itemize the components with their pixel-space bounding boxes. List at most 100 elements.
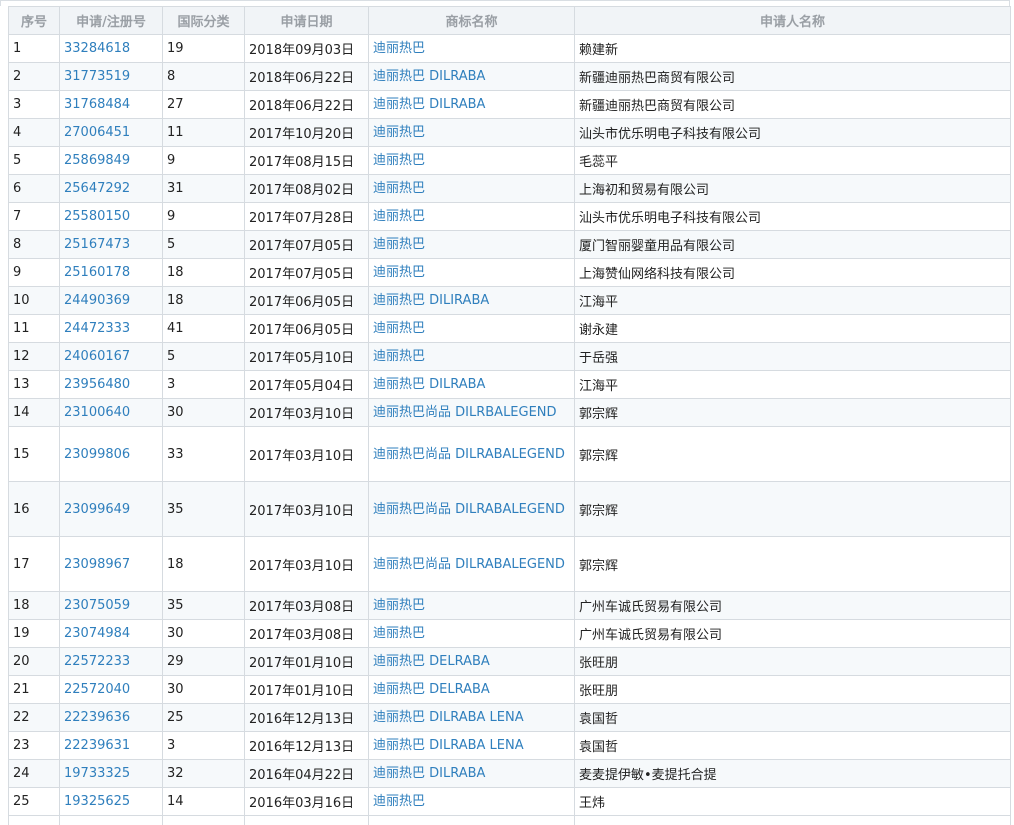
table-row: 19 23074984 30 2017年03月08日 迪丽热巴 广州车诚氏贸易有限公司 (8, 619, 1011, 648)
row-index: 18 (8, 591, 60, 620)
trademark-name-link[interactable]: 迪丽热巴 (368, 342, 575, 371)
trademark-name-link[interactable]: 迪丽热巴 (368, 118, 575, 147)
registration-number-link[interactable]: 27006451 (59, 118, 163, 147)
header-trademark-name: 商标名称 (368, 6, 575, 35)
trademark-name-link[interactable]: 迪丽热巴尚品 DILRABALEGEND (368, 536, 575, 592)
trademark-table: 序号 申请/注册号 国际分类 申请日期 商标名称 申请人名称 1 33284618… (8, 6, 1011, 825)
date-cell: 2017年01月10日 (244, 675, 369, 704)
class-cell: 5 (162, 230, 245, 259)
row-index: 4 (8, 118, 60, 147)
header-date: 申请日期 (244, 6, 369, 35)
row-index: 16 (8, 481, 60, 537)
class-cell: 31 (162, 174, 245, 203)
class-cell: 30 (162, 619, 245, 648)
applicant-cell: 张旺朋 (574, 675, 1011, 704)
row-index: 20 (8, 647, 60, 676)
class-cell: 25 (162, 703, 245, 732)
registration-number-link[interactable]: 23075059 (59, 591, 163, 620)
table-row: 24 19733325 32 2016年04月22日 迪丽热巴 DILRABA 麦麦提伊敏… (8, 759, 1011, 788)
trademark-name-link[interactable]: 迪丽热巴尚品 DILRABALEGEND (368, 426, 575, 482)
registration-number-link[interactable]: 22572233 (59, 647, 163, 676)
trademark-name-link[interactable]: 迪丽热巴 DILRABA LENA (368, 703, 575, 732)
header-index: 序号 (8, 6, 60, 35)
registration-number-link[interactable]: 22572040 (59, 675, 163, 704)
registration-number-link[interactable]: 23956480 (59, 370, 163, 399)
row-index: 7 (8, 202, 60, 231)
applicant-cell: 王炜 (574, 787, 1011, 816)
registration-number-link[interactable]: 25160178 (59, 258, 163, 287)
registration-number-link[interactable]: 19733325 (59, 759, 163, 788)
trademark-name-link[interactable]: 迪丽热巴 DILIRABA (368, 286, 575, 315)
registration-number-link[interactable]: 25167473 (59, 230, 163, 259)
class-cell: 18 (162, 258, 245, 287)
date-cell: 2016年03月16日 (244, 787, 369, 816)
trademark-name-link[interactable]: 迪丽热巴 (368, 591, 575, 620)
trademark-name-link[interactable]: 迪丽热巴尚品 DILRABALEGEND (368, 481, 575, 537)
registration-number-link[interactable]: 31773519 (59, 62, 163, 91)
class-cell: 11 (162, 118, 245, 147)
registration-number-link[interactable]: 23099649 (59, 481, 163, 537)
row-index: 24 (8, 759, 60, 788)
date-cell: 2017年03月10日 (244, 398, 369, 427)
registration-number-link[interactable]: 22239636 (59, 703, 163, 732)
applicant-cell: 袁国哲 (574, 703, 1011, 732)
registration-number-link[interactable]: 25647292 (59, 174, 163, 203)
row-index: 6 (8, 174, 60, 203)
date-cell: 2017年06月05日 (244, 314, 369, 343)
class-cell: 9 (162, 202, 245, 231)
registration-number-link[interactable]: 25869849 (59, 146, 163, 175)
registration-number-link[interactable]: 23098967 (59, 536, 163, 592)
trademark-name-link[interactable]: 迪丽热巴 DELRABA (368, 647, 575, 676)
table-row: 17 23098967 18 2017年03月10日 迪丽热巴尚品 DILRABALEG… (8, 536, 1011, 592)
registration-number-link[interactable]: 24490369 (59, 286, 163, 315)
registration-number-link[interactable]: 22239631 (59, 731, 163, 760)
applicant-cell: 江海平 (574, 370, 1011, 399)
trademark-name-link[interactable]: 迪丽热巴 (368, 146, 575, 175)
registration-number-link[interactable]: 23100640 (59, 398, 163, 427)
registration-number-link[interactable]: 24472333 (59, 314, 163, 343)
trademark-name-link[interactable]: 迪丽热巴 (368, 174, 575, 203)
table-row: 7 25580150 9 2017年07月28日 迪丽热巴 汕头市优乐明电子科技有限公司 (8, 202, 1011, 231)
trademark-name-link[interactable]: 迪丽热巴 (368, 230, 575, 259)
trademark-name-link[interactable]: 迪丽热巴尚品 DILRBALEGEND (368, 398, 575, 427)
row-index: 3 (8, 90, 60, 119)
table-row: 6 25647292 31 2017年08月02日 迪丽热巴 上海初和贸易有限公司 (8, 174, 1011, 203)
trademark-name-link[interactable]: 迪丽热巴 DILRABA (368, 62, 575, 91)
partial-cell (8, 815, 60, 825)
row-index: 25 (8, 787, 60, 816)
registration-number-link[interactable]: 23099806 (59, 426, 163, 482)
table-row: 18 23075059 35 2017年03月08日 迪丽热巴 广州车诚氏贸易有限公司 (8, 591, 1011, 620)
row-index: 5 (8, 146, 60, 175)
applicant-cell: 郭宗辉 (574, 536, 1011, 592)
trademark-name-link[interactable]: 迪丽热巴 DELRABA (368, 675, 575, 704)
row-index: 23 (8, 731, 60, 760)
trademark-name-link[interactable]: 迪丽热巴 (368, 202, 575, 231)
registration-number-link[interactable]: 19325625 (59, 787, 163, 816)
header-registration-number: 申请/注册号 (59, 6, 163, 35)
table-row-partial (8, 815, 1011, 825)
date-cell: 2017年03月10日 (244, 481, 369, 537)
trademark-name-link[interactable]: 迪丽热巴 (368, 258, 575, 287)
trademark-name-link[interactable]: 迪丽热巴 DILRABA (368, 90, 575, 119)
trademark-name-link[interactable]: 迪丽热巴 DILRABA (368, 370, 575, 399)
registration-number-link[interactable]: 25580150 (59, 202, 163, 231)
trademark-name-link[interactable]: 迪丽热巴 (368, 619, 575, 648)
class-cell: 27 (162, 90, 245, 119)
registration-number-link[interactable]: 31768484 (59, 90, 163, 119)
trademark-name-link[interactable]: 迪丽热巴 (368, 787, 575, 816)
date-cell: 2018年09月03日 (244, 34, 369, 63)
trademark-name-link[interactable]: 迪丽热巴 (368, 314, 575, 343)
class-cell: 3 (162, 731, 245, 760)
registration-number-link[interactable]: 23074984 (59, 619, 163, 648)
applicant-cell: 张旺朋 (574, 647, 1011, 676)
applicant-cell: 郭宗辉 (574, 481, 1011, 537)
trademark-name-link[interactable]: 迪丽热巴 (368, 34, 575, 63)
registration-number-link[interactable]: 33284618 (59, 34, 163, 63)
class-cell: 29 (162, 647, 245, 676)
trademark-name-link[interactable]: 迪丽热巴 DILRABA (368, 759, 575, 788)
applicant-cell: 汕头市优乐明电子科技有限公司 (574, 202, 1011, 231)
registration-number-link[interactable]: 24060167 (59, 342, 163, 371)
trademark-name-link[interactable]: 迪丽热巴 DILRABA LENA (368, 731, 575, 760)
table-row: 21 22572040 30 2017年01月10日 迪丽热巴 DELRABA 张旺朋 (8, 675, 1011, 704)
table-row: 2 31773519 8 2018年06月22日 迪丽热巴 DILRABA 新疆迪丽热巴商… (8, 62, 1011, 91)
